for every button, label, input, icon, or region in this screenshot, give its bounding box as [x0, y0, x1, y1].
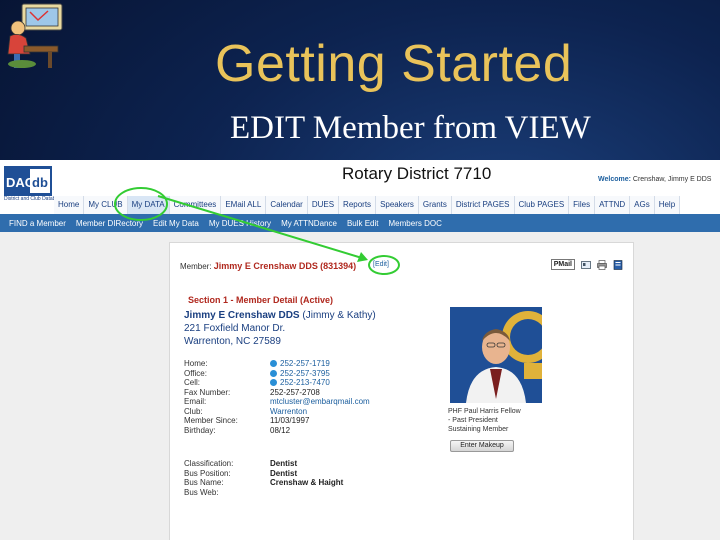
menu-email-all[interactable]: EMail ALL	[221, 196, 267, 214]
section-title: Section 1 - Member Detail (Active)	[188, 295, 334, 305]
address-line-1: 221 Foxfield Manor Dr.	[184, 323, 286, 334]
welcome-text: Welcome: Crenshaw, Jimmy E DDS	[598, 176, 711, 183]
site-title: Rotary District 7710	[342, 164, 492, 183]
slide-subtitle: EDIT Member from VIEW	[230, 110, 591, 146]
skype-phone-icon	[270, 360, 277, 367]
birthday-value: 08/12	[270, 425, 291, 435]
svg-text:db: db	[32, 175, 48, 190]
address-line-2: Warrenton, NC 27589	[184, 336, 281, 347]
svg-text:DAC: DAC	[6, 175, 35, 190]
member-nickname: (Jimmy & Kathy)	[302, 310, 376, 321]
home-phone[interactable]: 252-257-1719	[270, 359, 330, 368]
submenu-dues-history[interactable]: My DUES History	[204, 219, 276, 228]
vcard-icon[interactable]	[581, 260, 591, 270]
submenu-member-directory[interactable]: Member DIRectory	[71, 219, 148, 228]
submenu-find-member[interactable]: FIND a Member	[4, 219, 71, 228]
field-label: Bus Web:	[184, 487, 219, 497]
member-header: Member: Jimmy E Crenshaw DDS (831394)	[180, 261, 356, 271]
member-id: (831394)	[320, 261, 357, 271]
menu-reports[interactable]: Reports	[339, 196, 377, 214]
member-address-block: Jimmy E Crenshaw DDS (Jimmy & Kathy) 221…	[184, 309, 376, 348]
menu-my-data[interactable]: My DATA	[127, 196, 170, 214]
computer-user-clipart-icon	[7, 3, 63, 68]
primary-menu: Home My CLUB My DATA Committees EMail AL…	[54, 196, 681, 214]
document-icon[interactable]	[613, 259, 623, 270]
menu-files[interactable]: Files	[569, 196, 596, 214]
menu-committees[interactable]: Committees	[169, 196, 222, 214]
office-phone[interactable]: 252-257-3795	[270, 369, 330, 378]
honor-sustaining: Sustaining Member	[448, 426, 509, 433]
field-label: Bus Name:	[184, 478, 224, 487]
honor-phf: PHF Paul Harris Fellow	[448, 408, 521, 415]
cell-phone[interactable]: 252-213-7470	[270, 378, 330, 387]
field-label: Email:	[184, 397, 207, 406]
skype-phone-icon	[270, 369, 277, 377]
bus-position-value: Dentist	[270, 468, 298, 478]
honor-past-president: - Past President	[448, 417, 498, 424]
secondary-menu: FIND a Member Member DIRectory Edit My D…	[0, 214, 720, 232]
field-label: Cell:	[184, 378, 201, 387]
edit-member-link[interactable]: [Edit]	[373, 261, 389, 268]
enter-makeup-button[interactable]: Enter Makeup	[450, 440, 514, 452]
bus-name-value: Crenshaw & Haight	[270, 478, 344, 487]
welcome-label: Welcome:	[598, 176, 631, 183]
menu-speakers[interactable]: Speakers	[376, 196, 419, 214]
field-label: Classification:	[184, 459, 234, 468]
app-header: DAC db District and Club Database Rotary…	[0, 160, 720, 216]
skype-phone-icon	[270, 379, 277, 386]
field-label: Birthday:	[184, 425, 216, 435]
member-since-value: 11/03/1997	[270, 416, 310, 425]
menu-help[interactable]: Help	[654, 196, 681, 214]
card-actions: PMail	[550, 259, 623, 270]
classification-value: Dentist	[270, 459, 298, 468]
office-phone-value: 252-257-3795	[280, 368, 330, 378]
member-detail-card: Member: Jimmy E Crenshaw DDS (831394) [E…	[169, 242, 634, 540]
fax-value: 252-257-2708	[270, 387, 320, 397]
field-label: Office:	[184, 368, 207, 378]
member-honors: PHF Paul Harris Fellow - Past President …	[448, 407, 521, 434]
menu-my-club[interactable]: My CLUB	[84, 196, 128, 214]
field-label: Home:	[184, 359, 208, 368]
member-photo	[450, 307, 542, 403]
menu-dues[interactable]: DUES	[307, 196, 340, 214]
submenu-my-attendance[interactable]: My ATTNDance	[276, 219, 342, 228]
menu-district-pages[interactable]: District PAGES	[451, 196, 515, 214]
submenu-edit-my-data[interactable]: Edit My Data	[148, 219, 204, 228]
menu-ags[interactable]: AGs	[630, 196, 655, 214]
field-label: Member Since:	[184, 416, 238, 425]
menu-calendar[interactable]: Calendar	[266, 196, 308, 214]
email-link[interactable]: mtcluster@embarqmail.com	[270, 397, 370, 406]
pmail-button[interactable]: PMail	[550, 259, 575, 270]
menu-home[interactable]: Home	[54, 196, 85, 214]
member-name: Jimmy E Crenshaw DDS	[213, 261, 318, 271]
cell-phone-value: 252-213-7470	[280, 378, 330, 387]
home-phone-value: 252-257-1719	[280, 359, 330, 368]
app-screenshot: DAC db District and Club Database Rotary…	[0, 160, 720, 540]
print-icon[interactable]	[597, 259, 607, 270]
submenu-members-doc[interactable]: Members DOC	[384, 219, 447, 228]
submenu-bulk-edit[interactable]: Bulk Edit	[342, 219, 384, 228]
dacdb-logo: DAC db	[4, 166, 52, 196]
member-label: Member:	[180, 262, 212, 271]
field-label: Bus Position:	[184, 468, 231, 478]
club-link[interactable]: Warrenton	[270, 407, 307, 416]
member-display-name: Jimmy E Crenshaw DDS	[184, 310, 300, 321]
menu-club-pages[interactable]: Club PAGES	[514, 196, 570, 214]
menu-attnd[interactable]: ATTND	[595, 196, 631, 214]
menu-grants[interactable]: Grants	[418, 196, 452, 214]
slide-title: Getting Started	[215, 35, 573, 93]
field-label: Club:	[184, 406, 203, 416]
welcome-user: Crenshaw, Jimmy E DDS	[632, 176, 712, 183]
field-label: Fax Number:	[184, 387, 231, 397]
